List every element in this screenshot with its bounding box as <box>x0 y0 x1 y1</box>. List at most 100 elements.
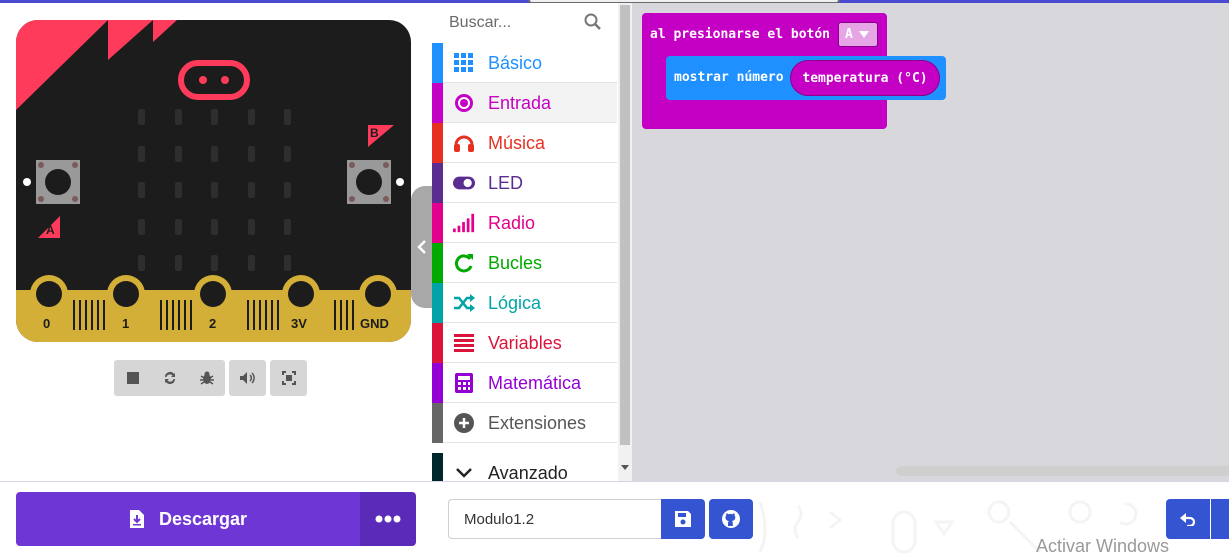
scroll-down-arrow-icon[interactable] <box>621 465 629 470</box>
workspace-horizontal-scrollbar[interactable] <box>896 466 1229 476</box>
list-lines-icon <box>453 332 475 354</box>
category-color-bar <box>432 163 443 203</box>
show-number-block[interactable]: mostrar número temperatura (°C) <box>666 56 946 100</box>
fullscreen-button[interactable] <box>270 360 307 396</box>
category-led[interactable]: LED <box>432 163 617 203</box>
category-extensiones[interactable]: Extensiones <box>432 403 617 443</box>
toolbox-search <box>432 3 617 43</box>
pin-gnd-label[interactable]: GND <box>360 316 389 331</box>
category-color-bar <box>432 123 443 163</box>
project-name-input[interactable] <box>448 499 661 539</box>
category-label: Matemática <box>488 373 582 393</box>
simulator-main-controls <box>114 360 225 396</box>
pin-1-label[interactable]: 1 <box>122 316 129 331</box>
fullscreen-group <box>270 360 307 396</box>
chevron-down-icon <box>453 462 475 481</box>
category-color-bar <box>432 323 443 363</box>
button-dropdown[interactable]: A <box>838 22 878 47</box>
category-label: Avanzado <box>488 463 568 481</box>
stop-icon <box>126 372 139 384</box>
category-list: Básico Entrada Música LED Radio Bucles L… <box>432 43 617 481</box>
category-color-bar <box>432 83 443 123</box>
category-color-bar <box>432 243 443 283</box>
category-label: Variables <box>488 333 562 353</box>
category-label: Extensiones <box>488 413 587 433</box>
caret-down-icon <box>858 31 869 38</box>
toolbox-scrollbar[interactable] <box>618 3 632 481</box>
category-label: Entrada <box>488 93 552 113</box>
category-variables[interactable]: Variables <box>432 323 617 363</box>
collapse-simulator-button[interactable] <box>411 186 433 308</box>
restart-icon <box>164 372 175 384</box>
download-label: Descargar <box>158 508 248 529</box>
blocks-workspace[interactable]: al presionarse el botón A mostrar número… <box>632 3 1229 481</box>
category-color-bar <box>432 43 443 83</box>
microbit-board-graphic <box>16 20 411 342</box>
signal-bars-icon <box>453 212 475 234</box>
category-entrada[interactable]: Entrada <box>432 83 617 123</box>
shuffle-icon <box>453 292 475 314</box>
target-icon <box>453 92 475 114</box>
mute-button[interactable] <box>229 360 266 396</box>
calculator-icon <box>453 372 475 394</box>
pin-0-label[interactable]: 0 <box>43 316 50 331</box>
event-block-label: al presionarse el botón <box>650 27 831 42</box>
more-options-button[interactable] <box>360 492 416 546</box>
toolbox: Básico Entrada Música <box>432 3 632 481</box>
plus-circle-icon <box>453 412 475 434</box>
makecode-editor: A B 0 1 2 3V GND Buscar... Básico Entrad… <box>0 0 1229 557</box>
windows-activation-watermark: Activar Windows <box>1036 536 1170 556</box>
category-avanzado[interactable]: Avanzado <box>432 453 617 481</box>
category-color-bar <box>432 203 443 243</box>
github-icon <box>722 510 740 528</box>
ellipsis-icon <box>375 515 401 523</box>
category-label: Radio <box>488 213 536 233</box>
button-a[interactable] <box>36 160 80 204</box>
simulator-panel: A B 0 1 2 3V GND <box>0 3 432 481</box>
undo-icon <box>1180 513 1196 526</box>
restart-button[interactable] <box>151 360 188 396</box>
category-logica[interactable]: Lógica <box>432 283 617 323</box>
toggle-icon <box>453 172 475 194</box>
loop-arrow-icon <box>453 252 475 274</box>
sound-group <box>229 360 266 396</box>
github-button[interactable] <box>709 499 753 539</box>
category-label: Bucles <box>488 253 543 273</box>
toolbox-scroll-thumb[interactable] <box>620 5 630 445</box>
debug-button[interactable] <box>188 360 225 396</box>
stop-button[interactable] <box>114 360 151 396</box>
category-color-bar <box>432 403 443 443</box>
button-dropdown-value: A <box>845 27 853 42</box>
category-bucles[interactable]: Bucles <box>432 243 617 283</box>
category-basico[interactable]: Básico <box>432 43 617 83</box>
headphones-icon <box>453 132 475 154</box>
temperature-reporter-label: temperatura (°C) <box>802 70 928 86</box>
save-button[interactable] <box>661 499 705 539</box>
microbit-board: A B 0 1 2 3V GND <box>16 20 411 342</box>
redo-button[interactable] <box>1211 499 1229 539</box>
show-number-label: mostrar número <box>674 70 784 85</box>
category-label: Lógica <box>488 293 542 313</box>
download-button[interactable]: Descargar <box>16 492 360 546</box>
pin-3v-label[interactable]: 3V <box>291 316 307 331</box>
save-disk-icon <box>675 511 691 527</box>
grid-icon <box>453 52 475 74</box>
category-label: LED <box>488 173 524 193</box>
category-matematica[interactable]: Matemática <box>432 363 617 403</box>
button-b[interactable] <box>347 160 391 204</box>
on-button-pressed-block[interactable]: al presionarse el botón A mostrar número… <box>642 13 946 129</box>
button-b-label: B <box>370 126 379 140</box>
bug-icon <box>199 371 214 385</box>
category-radio[interactable]: Radio <box>432 203 617 243</box>
category-label: Música <box>488 133 546 153</box>
speaker-icon <box>239 372 255 384</box>
simulator-controls <box>114 360 307 396</box>
category-label: Básico <box>488 53 543 73</box>
category-musica[interactable]: Música <box>432 123 617 163</box>
pin-2-label[interactable]: 2 <box>209 316 216 331</box>
search-icon[interactable] <box>584 13 602 31</box>
button-a-label: A <box>46 223 55 237</box>
temperature-reporter-block[interactable]: temperatura (°C) <box>790 60 940 96</box>
fullscreen-icon <box>281 371 296 385</box>
undo-button[interactable] <box>1166 499 1210 539</box>
